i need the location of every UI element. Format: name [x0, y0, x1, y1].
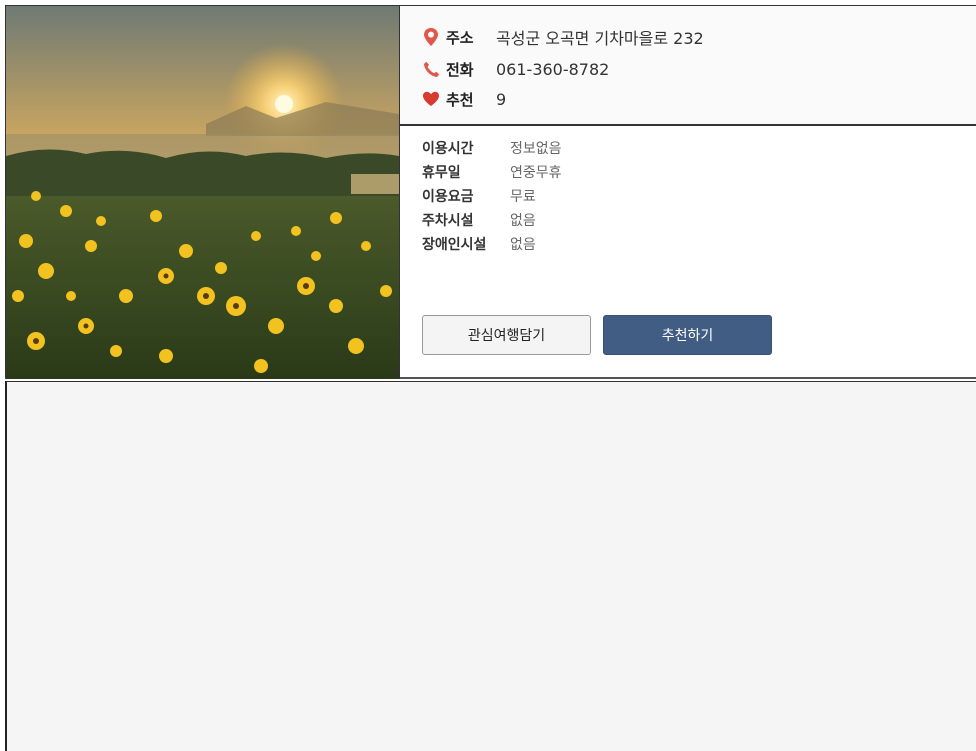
- recommend-count: 9: [496, 89, 507, 109]
- phone-row: 전화 061-360-8782: [422, 57, 609, 81]
- add-to-wishlist-button[interactable]: 관심여행담기: [422, 315, 591, 355]
- place-photo: [6, 6, 400, 379]
- detail-label: 이용시간: [422, 141, 474, 157]
- detail-value: 없음: [510, 213, 536, 229]
- phone-icon: [422, 60, 440, 78]
- detail-value: 정보없음: [510, 141, 562, 157]
- detail-value: 무료: [510, 189, 536, 205]
- address-value: 곡성군 오곡면 기차마을로 232: [496, 29, 704, 48]
- detail-row-fee: 이용요금 무료: [422, 186, 536, 206]
- phone-value: 061-360-8782: [496, 59, 610, 79]
- content-panel: [5, 381, 976, 751]
- heart-icon: [422, 90, 440, 108]
- detail-label: 장애인시설: [422, 237, 487, 253]
- map-pin-icon: [422, 28, 440, 46]
- detail-label: 이용요금: [422, 189, 474, 205]
- detail-value: 없음: [510, 237, 536, 253]
- detail-row-closed-days: 휴무일 연중무휴: [422, 162, 562, 182]
- detail-label: 휴무일: [422, 165, 461, 181]
- place-detail-info: 이용시간 정보없음 휴무일 연중무휴 이용요금 무료 주차시설 없음 장애인시설…: [400, 126, 976, 377]
- detail-value: 연중무휴: [510, 165, 562, 181]
- recommend-button[interactable]: 추천하기: [603, 315, 772, 355]
- recommend-row: 추천 9: [422, 87, 506, 111]
- sunrise-flower-field-image: [6, 6, 399, 379]
- recommend-label: 추천: [446, 90, 474, 109]
- detail-label: 주차시설: [422, 213, 474, 229]
- place-contact-info: 주소 곡성군 오곡면 기차마을로 232 전화 061-360-8782 추천 …: [400, 6, 976, 126]
- detail-row-accessibility: 장애인시설 없음: [422, 234, 536, 254]
- address-label: 주소: [446, 28, 474, 47]
- detail-row-parking: 주차시설 없음: [422, 210, 536, 230]
- address-row: 주소 곡성군 오곡면 기차마을로 232: [422, 25, 704, 49]
- phone-label: 전화: [446, 60, 474, 79]
- detail-row-hours: 이용시간 정보없음: [422, 138, 562, 158]
- place-summary-card: 주소 곡성군 오곡면 기차마을로 232 전화 061-360-8782 추천 …: [5, 5, 976, 379]
